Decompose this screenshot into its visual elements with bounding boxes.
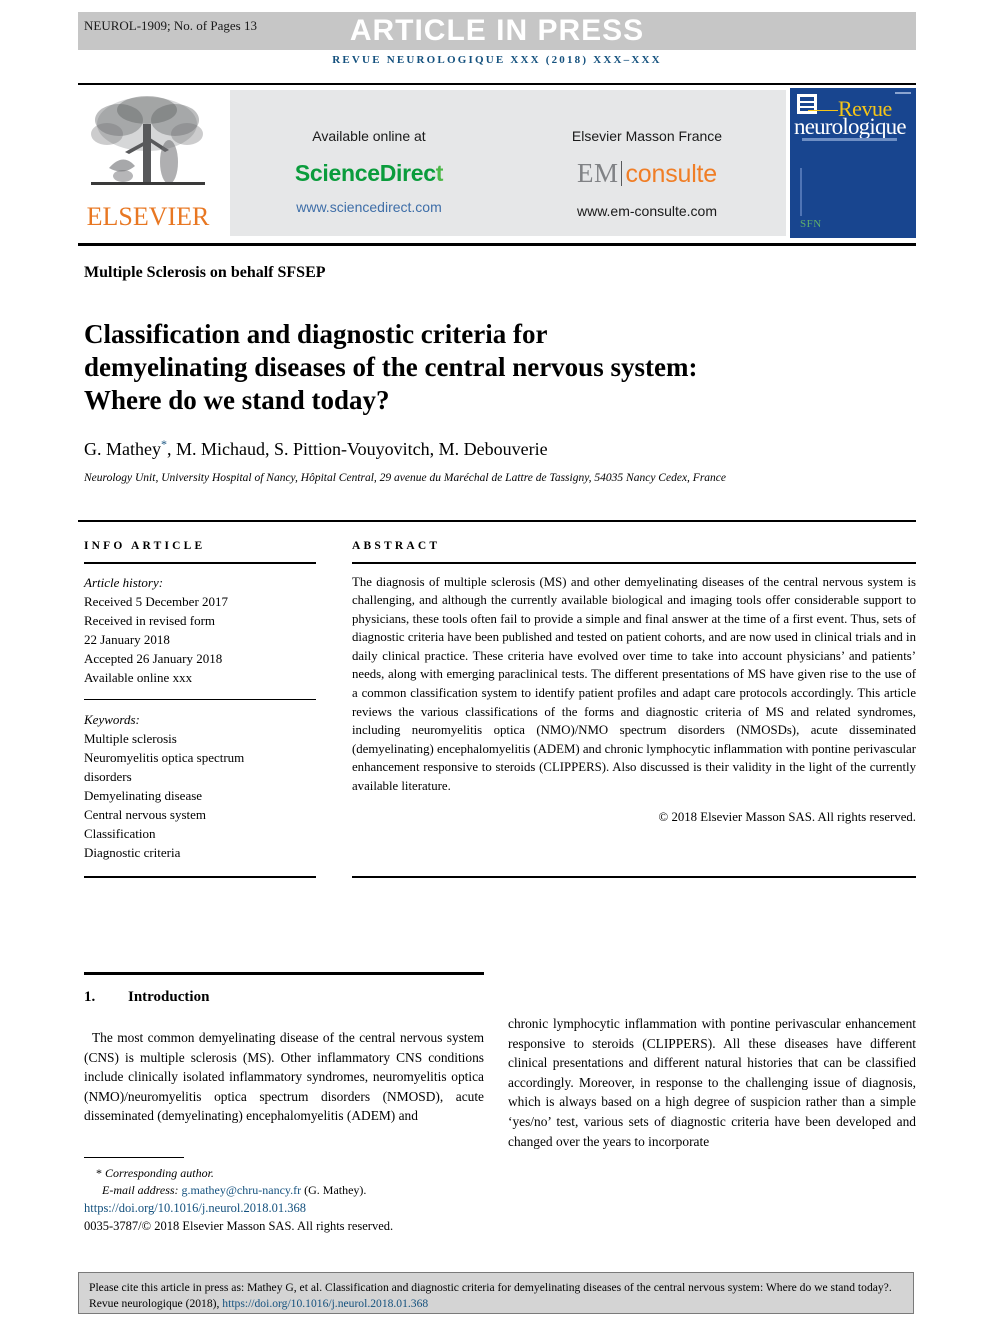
cover-subtitle-bar xyxy=(802,138,897,141)
history-item: Received 5 December 2017 xyxy=(84,593,229,609)
footnote-block: * Corresponding author. E-mail address: … xyxy=(84,1165,484,1235)
abstract-heading: ABSTRACT xyxy=(352,540,441,552)
email-link[interactable]: g.mathey@chru-nancy.fr xyxy=(182,1183,302,1197)
info-divider-rule xyxy=(84,698,316,700)
available-online-label: Available online at xyxy=(312,128,426,144)
email-note: E-mail address: g.mathey@chru-nancy.fr (… xyxy=(84,1182,484,1199)
author-list: G. Mathey*, M. Michaud, S. Pittion-Vouyo… xyxy=(84,437,884,460)
keyword-item: Demyelinating disease xyxy=(84,787,203,803)
keywords: Keywords: Multiple sclerosis Neuromyelit… xyxy=(84,710,316,862)
elsevier-wordmark: ELSEVIER xyxy=(86,202,210,231)
corresponding-author-note: * Corresponding author. xyxy=(84,1165,484,1182)
elsevier-tree-icon xyxy=(91,96,205,185)
body-column-left: 1. Introduction The most common demyelina… xyxy=(84,980,484,1139)
info-article-heading: INFO ARTICLE xyxy=(84,540,206,552)
emconsulte-logo-consulte: consulte xyxy=(625,160,717,188)
section-number: 1. xyxy=(84,989,96,1005)
abstract-copyright: © 2018 Elsevier Masson SAS. All rights r… xyxy=(658,809,916,824)
cite-article-sentence: Please cite this article in press as: Ma… xyxy=(89,1281,892,1310)
history-item: 22 January 2018 xyxy=(84,631,170,647)
cover-spine-bar xyxy=(800,168,802,216)
masthead-top-rule xyxy=(78,83,916,85)
emconsulte-logo-divider xyxy=(621,161,623,186)
article-page: ARTICLE IN PRESS NEUROL-1909; No. of Pag… xyxy=(0,0,992,1323)
article-history: Article history: Received 5 December 201… xyxy=(84,573,316,687)
section-title: Introduction xyxy=(128,989,210,1005)
email-suffix: (G. Mathey). xyxy=(304,1183,367,1197)
elsevier-masson-label: Elsevier Masson France xyxy=(571,128,723,144)
history-item: Received in revised form xyxy=(84,612,216,628)
abstract-column: ABSTRACT The diagnosis of multiple scler… xyxy=(352,540,916,825)
author-first: G. Mathey xyxy=(84,439,161,459)
issn-copyright-line: 0035-3787/© 2018 Elsevier Masson SAS. Al… xyxy=(84,1219,394,1233)
keyword-item: Multiple sclerosis xyxy=(84,730,177,746)
section-heading: 1. Introduction xyxy=(84,989,484,1006)
availability-box: Available online at ScienceDirect www.sc… xyxy=(230,90,786,236)
sciencedirect-logo-tail: t xyxy=(435,160,444,186)
journal-cover-image: Revue neurologique SFN xyxy=(790,88,916,238)
keyword-item: Diagnostic criteria xyxy=(84,844,181,860)
doi-link[interactable]: https://doi.org/10.1016/j.neurol.2018.01… xyxy=(84,1200,484,1217)
cite-article-text: Please cite this article in press as: Ma… xyxy=(79,1273,913,1311)
sciencedirect-block: Available online at ScienceDirect www.sc… xyxy=(230,90,508,236)
abstract-body: The diagnosis of multiple sclerosis (MS)… xyxy=(352,574,916,794)
keywords-title: Keywords: xyxy=(84,711,140,727)
cover-title-neurologique: neurologique xyxy=(794,114,907,139)
body-paragraph: The most common demyelinating disease of… xyxy=(84,1030,484,1124)
info-bottom-rule xyxy=(84,876,316,878)
keyword-item: Central nervous system xyxy=(84,806,207,822)
manuscript-id: NEUROL-1909; No. of Pages 13 xyxy=(84,18,257,33)
journal-section-label: Multiple Sclerosis on behalf SFSEP xyxy=(84,264,326,281)
article-history-title: Article history: xyxy=(84,574,164,590)
info-heading-rule xyxy=(84,562,316,564)
abstract-heading-rule xyxy=(352,562,916,564)
journal-citation-line: REVUE NEUROLOGIQUE XXX (2018) XXX–XXX xyxy=(332,54,662,66)
corresponding-author-star: * xyxy=(96,1166,102,1180)
affiliation: Neurology Unit, University Hospital of N… xyxy=(84,472,727,484)
body-paragraph: chronic lymphocytic inflammation with po… xyxy=(508,1016,916,1149)
emconsulte-block: Elsevier Masson France EM consulte www.em… xyxy=(508,90,786,236)
sciencedirect-logo-main: ScienceDirec xyxy=(294,160,436,186)
cite-article-doi-link[interactable]: https://doi.org/10.1016/j.neurol.2018.01… xyxy=(222,1297,428,1310)
keyword-item: disorders xyxy=(84,768,132,784)
author-rest: , M. Michaud, S. Pittion-Vouyovitch, M. … xyxy=(166,439,548,459)
cover-publisher-badge-icon xyxy=(797,94,817,114)
info-article-column: INFO ARTICLE Article history: Received 5… xyxy=(84,540,316,862)
keyword-item: Classification xyxy=(84,825,156,841)
corresponding-author-text: Corresponding author. xyxy=(105,1166,214,1180)
emconsulte-url[interactable]: www.em-consulte.com xyxy=(508,203,786,219)
cite-article-box: Please cite this article in press as: Ma… xyxy=(78,1272,914,1314)
emconsulte-logo-em: EM xyxy=(576,158,619,188)
sciencedirect-url[interactable]: www.sciencedirect.com xyxy=(230,199,508,215)
masthead: ELSEVIER Available online at ScienceDire… xyxy=(78,88,916,238)
body-top-rule xyxy=(84,972,484,975)
abstract-top-rule xyxy=(78,520,916,522)
masthead-bottom-rule xyxy=(78,243,916,246)
footnote-rule xyxy=(84,1157,184,1158)
elsevier-logo: ELSEVIER xyxy=(78,88,218,238)
emconsulte-logo: EM consulte xyxy=(508,158,786,189)
keyword-item: Neuromyelitis optica spectrum xyxy=(84,749,245,765)
email-label: E-mail address: xyxy=(102,1183,179,1197)
history-item: Available online xxx xyxy=(84,669,193,685)
cover-corner-mark xyxy=(895,92,911,94)
cover-society-logo: SFN xyxy=(800,218,822,230)
cover-dash-rule xyxy=(808,110,838,111)
abstract-bottom-rule xyxy=(352,876,916,878)
body-column-right: chronic lymphocytic inflammation with po… xyxy=(508,1014,916,1165)
history-item: Accepted 26 January 2018 xyxy=(84,650,223,666)
page-title: Classification and diagnostic criteria f… xyxy=(84,319,698,416)
sciencedirect-logo: ScienceDirect xyxy=(230,160,508,187)
